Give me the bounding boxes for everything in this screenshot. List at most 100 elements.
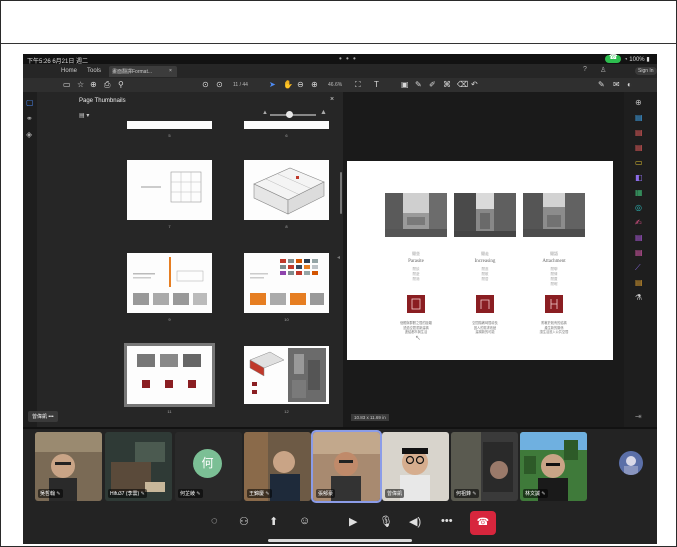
participant-label: Hifu37 (李雲) ✎ (108, 489, 147, 498)
more-options-icon[interactable]: ••• (441, 515, 453, 527)
redact-icon[interactable]: ⟋ (635, 263, 641, 273)
comment-icon[interactable]: ▣ (401, 80, 409, 89)
panel-options-icon[interactable]: ▤ ▾ (79, 112, 89, 119)
notification-icon[interactable]: ♙ (600, 66, 606, 74)
attachments-icon[interactable]: ⚭ (26, 114, 33, 123)
multitask-dots[interactable]: • • • (339, 54, 357, 63)
comment-tool-icon[interactable]: ▭ (635, 158, 643, 167)
scan-icon[interactable]: ◎ (635, 203, 642, 212)
diagram-icon-2 (476, 295, 494, 313)
zoom-out-icon[interactable]: ⊖ (297, 80, 304, 89)
home-indicator[interactable] (268, 539, 412, 542)
layers-icon[interactable]: ◈ (26, 130, 32, 139)
combine-files-icon[interactable]: ◧ (635, 173, 643, 182)
participant-tile-active-speaker[interactable]: 張郁豪 (311, 430, 382, 503)
share-icon[interactable]: ⊕ (90, 80, 97, 89)
menu-tools[interactable]: Tools (87, 68, 101, 74)
document-view[interactable]: ◂ 閒坐 Parasite 閒談 閒遊 閒適 閒走 Increasing 閒逛 … (337, 92, 637, 427)
page-down-icon[interactable]: ⊙ (216, 80, 223, 89)
thumbnail-page-5[interactable] (127, 121, 212, 129)
column-3-description: 附著於既有的結構 產生新的關係 讓生活進入公共空間 (523, 321, 585, 335)
mic-off-icon[interactable]: 🎙 (379, 515, 393, 528)
column-2-zh: 閒走 (481, 251, 489, 256)
chat-icon[interactable]: ◌ (211, 515, 218, 527)
camera-off-icon[interactable]: ▶ (349, 515, 357, 528)
participant-tile[interactable]: Hifu37 (李雲) ✎ (105, 432, 172, 501)
thumbnail-page-10[interactable] (244, 253, 329, 313)
stamp-icon[interactable]: ⌘ (443, 80, 451, 89)
sign-in-button[interactable]: Sign In (635, 67, 657, 75)
participant-label: 曾偉凱 (385, 489, 405, 498)
search-tool-icon[interactable]: ⊕ (635, 98, 642, 107)
active-call-icon[interactable] (605, 54, 621, 63)
save-icon[interactable]: ▭ (63, 80, 71, 89)
close-tab-icon[interactable]: × (169, 68, 172, 74)
speaker-icon[interactable]: ◀) (409, 515, 421, 528)
help-icon[interactable]: ? (583, 66, 587, 73)
participant-tile[interactable]: 何 何芷綾 ✎ (175, 432, 242, 501)
export-pdf-icon[interactable]: ▤ (635, 113, 643, 122)
panel-resize-handle[interactable]: ◂ (337, 254, 340, 261)
hand-tool-icon[interactable]: ✋ (283, 80, 293, 89)
reactions-icon[interactable]: ☺ (299, 515, 310, 527)
close-panel-icon[interactable]: × (330, 96, 334, 103)
edit-pdf-tool-icon[interactable]: ▤ (635, 143, 643, 152)
thumbnail-10-drawing (250, 259, 324, 305)
participant-tile[interactable]: 何祖鋒 ✎ (451, 432, 518, 501)
account-icon[interactable]: ◐ (627, 80, 632, 89)
menu-home[interactable]: Home (61, 68, 77, 74)
participant-tile[interactable]: 林文誠 ✎ (520, 432, 587, 501)
participant-tile[interactable]: 曾偉凱 (382, 432, 449, 501)
highlight-icon[interactable]: ✎ (415, 80, 422, 89)
organize-pages-icon[interactable]: ▦ (635, 188, 643, 197)
select-cursor-icon[interactable]: ➤ (269, 80, 276, 89)
create-pdf-icon[interactable]: ▤ (635, 128, 643, 137)
more-tools-icon[interactable]: ⚗ (635, 293, 642, 302)
fill-sign-icon[interactable]: ✍ (635, 218, 642, 227)
thumbnails-icon[interactable]: ▢ (26, 98, 34, 107)
column-2-description: 空間隨著時間增長 因人的需求改變 建構新的可能 (454, 321, 516, 335)
participants-icon[interactable]: ⚇ (239, 515, 249, 528)
edit-pdf-icon[interactable]: ✎ (598, 80, 605, 89)
share-screen-icon[interactable]: ⬆ (269, 515, 278, 528)
thumbnail-page-12[interactable] (244, 346, 329, 404)
delete-icon[interactable]: ⌫ (457, 80, 468, 89)
battery-percent: 100% (629, 57, 645, 63)
thumbnail-page-11[interactable] (124, 343, 215, 407)
thumbnail-size-slider[interactable] (270, 111, 316, 118)
compress-icon[interactable]: ▤ (635, 248, 643, 257)
column-3-title: Attachment (542, 259, 566, 264)
thumbnail-page-9[interactable] (127, 253, 212, 313)
fit-page-icon[interactable]: ⛶ (355, 80, 361, 90)
mountain-small-icon: ▲ (262, 110, 268, 116)
zoom-level[interactable]: 46.6% (328, 82, 342, 88)
prepare-form-icon[interactable]: ▤ (635, 278, 643, 287)
slider-knob[interactable] (286, 111, 293, 118)
participant-tile[interactable]: 王錦慶 ✎ (244, 432, 311, 501)
document-tab[interactable]: 畫面翻譯Format... × (109, 66, 177, 77)
hang-up-icon: ☎ (476, 517, 490, 528)
panel-scrollbar[interactable] (340, 172, 342, 214)
column-3-term: 閒暇 (550, 282, 558, 286)
page-indicator[interactable]: 11 / 44 (233, 82, 248, 88)
page-up-icon[interactable]: ⊙ (202, 80, 209, 89)
column-1-terms: 閒談 閒遊 閒適 (385, 267, 447, 282)
search-icon[interactable]: ⚲ (118, 80, 124, 89)
collapse-rail-icon[interactable]: ⇥ (635, 412, 642, 421)
more-participants-avatar[interactable] (619, 451, 643, 475)
thumbnail-page-6[interactable] (244, 121, 329, 129)
undo-icon[interactable]: ↶ (471, 80, 478, 89)
text-tool-icon[interactable]: T (374, 80, 379, 89)
draw-icon[interactable]: ✐ (429, 80, 436, 89)
participant-tile[interactable]: 吳哲翰 ✎ (35, 432, 102, 501)
bookmark-star-icon[interactable]: ☆ (77, 80, 84, 89)
right-tools-rail: ⊕ ▤ ▤ ▤ ▭ ◧ ▦ ◎ ✍ ▤ ▤ ⟋ ▤ ⚗ ⇥ (624, 92, 657, 427)
hang-up-button[interactable]: ☎ (470, 511, 496, 535)
thumbnail-page-8[interactable] (244, 160, 329, 220)
document-tab-title: 畫面翻譯Format... (112, 69, 153, 75)
print-icon[interactable]: ⎙ (104, 80, 110, 90)
zoom-in-icon[interactable]: ⊕ (311, 80, 318, 89)
protect-icon[interactable]: ▤ (635, 233, 643, 242)
thumbnail-page-7[interactable] (127, 160, 212, 220)
mail-icon[interactable]: ✉ (613, 80, 620, 89)
